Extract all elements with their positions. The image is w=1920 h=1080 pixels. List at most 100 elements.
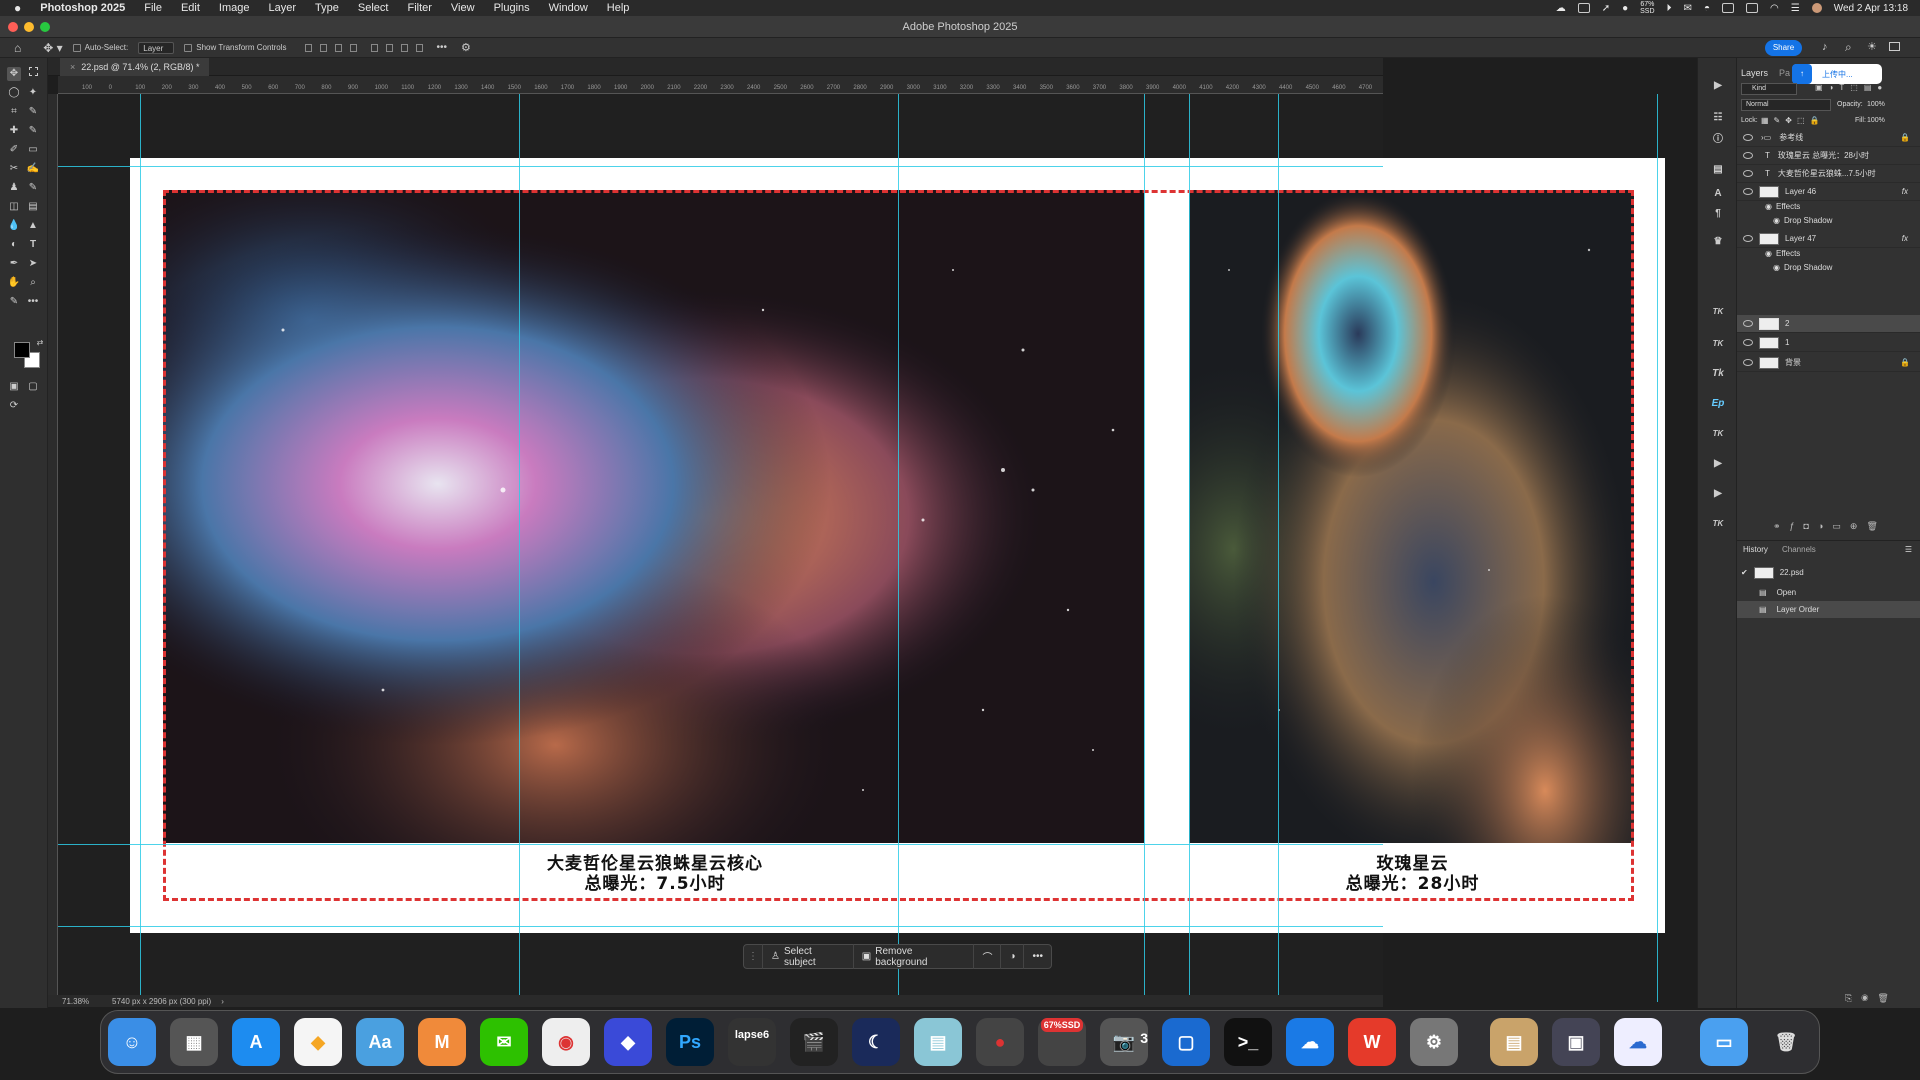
wechat-dock-icon[interactable]: ✉ [480,1018,528,1066]
clock[interactable]: Wed 2 Apr 13:18 [1834,3,1908,14]
hand-tool-icon[interactable]: ✋ [7,276,21,290]
visibility-eye-icon[interactable] [1743,339,1753,346]
sharpen-tool-icon[interactable]: ▲ [26,219,40,233]
menu-layer[interactable]: Layer [269,2,297,14]
adjustment-button[interactable]: ◑ [1001,944,1025,969]
marquee-tool-icon[interactable] [26,67,40,81]
auto-select-checkbox[interactable]: Auto-Select: [72,43,128,52]
drag-handle[interactable]: ⋮ [744,944,763,969]
upload-badge[interactable]: ↑ 上传中... [1792,64,1882,84]
guide-vertical[interactable] [1657,94,1658,1002]
wechat-icon[interactable]: ✉ [1684,3,1692,14]
guide-vertical[interactable] [519,94,520,1002]
menu-filter[interactable]: Filter [407,2,431,14]
terminal-icon[interactable]: >_ [1224,1018,1272,1066]
play-actions-icon[interactable]: ▶ [1710,78,1726,94]
visibility-eye-icon[interactable] [1743,235,1753,242]
fx-badge[interactable]: fx [1902,234,1908,243]
layer-row-text-rosette[interactable]: T 玫瑰星云 总曝光：28小时 [1737,147,1920,165]
move-tool-preset-icon[interactable]: ✥ ▾ [43,41,62,55]
layer-row-guides-group[interactable]: ›▭ 参考线 🔒 [1737,129,1920,147]
fill-value[interactable]: 100% [1867,117,1885,124]
clone-tool-icon[interactable]: ✂ [7,162,21,176]
snapshot-brush-icon[interactable]: ✔ [1741,568,1748,577]
info-icon[interactable]: ⓘ [1710,132,1726,148]
visibility-eye-icon[interactable] [1743,188,1753,195]
settings-gear-icon[interactable]: ⚙ [461,41,471,54]
tk-plugin-tk-icon[interactable]: Tk [1710,366,1726,382]
horizontal-ruler[interactable]: 100 0 100 200 300 400 500 600 700 800 900 1000 1100 1… [58,76,1383,94]
cloud-app-icon[interactable]: ☁ [1286,1018,1334,1066]
split-icon[interactable] [1745,3,1758,13]
panel-menu-icon[interactable]: ☰ [1905,545,1912,554]
guide-vertical[interactable] [140,94,141,1002]
menu-view[interactable]: View [451,2,475,14]
blend-mode-dropdown[interactable]: Normal [1741,99,1831,111]
screenshot-app-icon[interactable]: ▣ [1552,1018,1600,1066]
menu-list-icon[interactable] [1721,3,1734,13]
menu-plugins[interactable]: Plugins [494,2,530,14]
fx-badge[interactable]: fx [1902,187,1908,196]
share-button[interactable]: Share [1765,40,1802,56]
visibility-eye-icon[interactable] [1743,134,1753,141]
search-icon[interactable]: ⌕ [1845,40,1852,55]
type-tool-icon[interactable]: T [26,238,40,252]
gradient-tool-icon[interactable]: ▤ [26,200,40,214]
menu-edit[interactable]: Edit [181,2,200,14]
show-transform-checkbox[interactable]: Show Transform Controls [184,43,287,52]
finder-icon[interactable]: ☺ [108,1018,156,1066]
menu-select[interactable]: Select [358,2,389,14]
apple-menu-icon[interactable]: ● [14,1,21,15]
visibility-eye-icon[interactable] [1743,359,1753,366]
tab-layers[interactable]: Layers [1741,68,1768,78]
launchpad-icon[interactable]: ▦ [170,1018,218,1066]
mindnode-icon[interactable]: M [418,1018,466,1066]
distribute-v-icon[interactable] [415,43,423,52]
play-plugin-2-icon[interactable]: ▶ [1710,486,1726,502]
tk-plugin-cx-icon[interactable]: TK [1710,516,1726,532]
status-arrow-icon[interactable]: › [221,997,224,1006]
tk-plugin-ma-icon[interactable]: TK [1710,426,1726,442]
baidu-netdisk-icon[interactable]: ☁ [1614,1018,1662,1066]
left-caption[interactable]: 大麦哲伦星云狼蛛星云核心 总曝光：7.5小时 [420,854,890,894]
tk-plugin-co-icon[interactable]: TK [1710,336,1726,352]
final-cut-icon[interactable]: 🎬 [790,1018,838,1066]
align-center-icon[interactable] [319,43,327,52]
guide-horizontal[interactable] [58,166,1383,167]
history-state-open[interactable]: ▤ Open [1737,584,1920,601]
auto-select-dropdown[interactable]: Layer [138,41,175,54]
archive-utility-icon[interactable]: ▤ [1490,1018,1538,1066]
document-size-info[interactable]: 5740 px x 2906 px (300 ppi) [112,997,211,1006]
creative-cloud-icon[interactable]: ☁ [1556,3,1566,14]
blur-tool-icon[interactable]: 💧 [7,219,21,233]
zoom-tool-icon[interactable]: ⌕ [26,276,40,290]
notes-app-icon[interactable]: ◆ [294,1018,342,1066]
layer-row-2[interactable]: 2 [1737,315,1920,333]
stamp-tool-icon[interactable]: ♟ [7,181,21,195]
effect-eye-icon[interactable]: ◉ [1773,216,1780,225]
align-left-icon[interactable] [304,43,312,52]
guide-vertical[interactable] [1189,94,1190,1002]
menu-type[interactable]: Type [315,2,339,14]
eyedropper-tool-icon[interactable]: ✎ [26,105,40,119]
layer-effects-row[interactable]: ◉ Effects [1737,246,1920,260]
remove-background-button[interactable]: ▣ Remove background [854,944,975,969]
trash-icon[interactable]: 🗑 [1762,1018,1810,1066]
wps-office-icon[interactable]: W [1348,1018,1396,1066]
more-options-button[interactable]: ••• [437,42,448,53]
zoom-level[interactable]: 71.38% [62,997,102,1006]
photoshop-dock-icon[interactable]: Ps [666,1018,714,1066]
layer-effects-row[interactable]: ◉ Effects [1737,199,1920,213]
guide-horizontal[interactable] [58,844,1383,845]
crystal-app-icon[interactable]: ◆ [604,1018,652,1066]
paragraph-icon[interactable]: ¶ [1710,206,1726,222]
dodge-tool-icon[interactable]: ◐ [7,238,21,252]
menu-window[interactable]: Window [549,2,588,14]
vertical-ruler[interactable] [48,94,58,1002]
screen-app-icon[interactable]: ▢ [1162,1018,1210,1066]
layer-row-1[interactable]: 1 [1737,334,1920,352]
tab-history[interactable]: History [1743,545,1768,554]
history-state-layer-order[interactable]: ▤ Layer Order [1737,601,1920,618]
screen-mode-icon[interactable]: ▢ [26,380,40,394]
lightbulb-icon[interactable]: ☀ [1867,40,1877,53]
